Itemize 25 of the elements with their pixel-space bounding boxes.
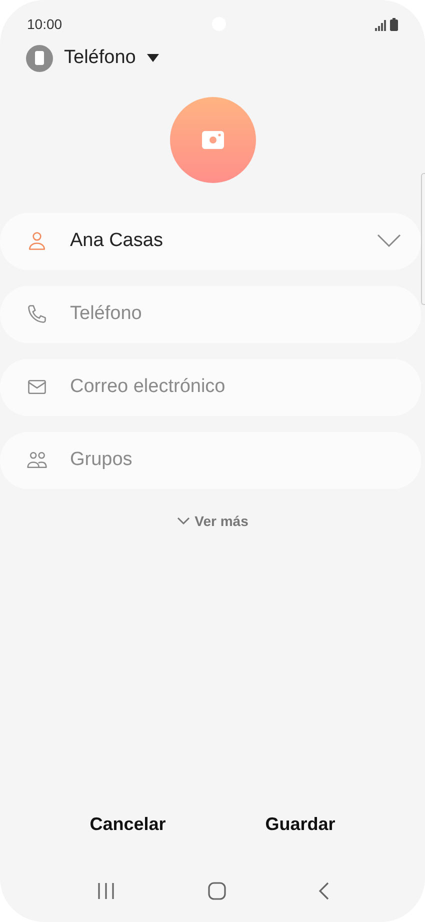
battery-icon xyxy=(390,18,398,30)
status-time: 10:00 xyxy=(27,14,62,34)
recent-apps-icon[interactable] xyxy=(96,883,114,899)
input-field[interactable]: Correo electrónico xyxy=(0,358,421,416)
see-more-link[interactable]: Ver más xyxy=(176,510,248,532)
name-field[interactable]: Ana Casas xyxy=(0,212,421,270)
text-input[interactable]: Teléfono xyxy=(70,300,401,328)
input-field[interactable]: Teléfono xyxy=(0,286,421,342)
input-field[interactable]: Grupos xyxy=(0,432,421,488)
text-input[interactable]: Correo electrónico xyxy=(70,372,401,402)
phone-account-icon xyxy=(26,44,53,72)
phone-icon xyxy=(26,303,48,325)
cancel-button[interactable]: Cancelar xyxy=(88,811,168,838)
save-button[interactable]: Guardar xyxy=(263,811,338,838)
home-icon[interactable] xyxy=(208,882,226,900)
expand-chevron-icon[interactable] xyxy=(377,234,401,248)
back-icon[interactable] xyxy=(318,882,328,900)
account-selector[interactable]: Teléfono xyxy=(26,44,159,72)
people-icon xyxy=(26,449,48,471)
text-input[interactable]: Grupos xyxy=(70,446,401,474)
chevron-down-icon xyxy=(176,517,190,525)
text-input[interactable]: Ana Casas xyxy=(70,226,355,256)
camera-icon xyxy=(202,130,224,148)
signal-icon xyxy=(374,20,387,30)
dropdown-arrow-icon xyxy=(146,54,159,62)
